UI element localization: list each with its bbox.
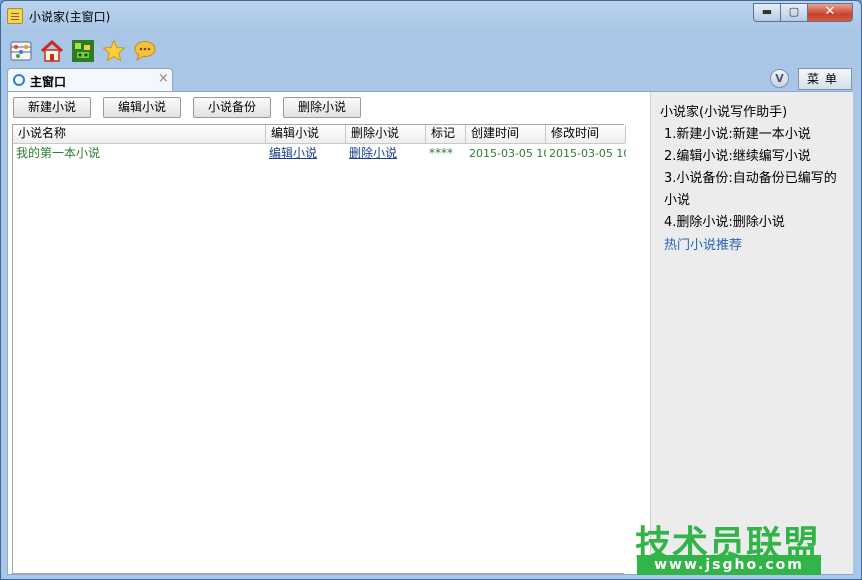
delete-novel-link[interactable]: 删除小说 xyxy=(346,144,426,163)
title-bar[interactable]: 小说家(主窗口) ▬ ▢ ✕ xyxy=(1,1,861,31)
column-header-delete[interactable]: 删除小说 xyxy=(346,125,426,143)
game-icon[interactable] xyxy=(71,39,95,63)
watermark-url: www.jsgho.com xyxy=(637,555,821,575)
main-window: 小说家(主窗口) ▬ ▢ ✕ 主窗口 × V 菜单 新建小说 编辑小说 小说备份… xyxy=(0,0,862,580)
novel-name-cell[interactable]: 我的第一本小说 xyxy=(13,144,266,163)
menu-button[interactable]: 菜单 xyxy=(798,68,852,90)
novel-list-pane: 新建小说 编辑小说 小说备份 删除小说 小说名称 编辑小说 删除小说 标记 创建… xyxy=(8,92,650,574)
close-button[interactable]: ✕ xyxy=(807,3,853,22)
backup-novel-button[interactable]: 小说备份 xyxy=(193,97,271,118)
sidebar-item-backup: 3.小说备份:自动备份已编写的小说 xyxy=(664,171,837,208)
edit-novel-link[interactable]: 编辑小说 xyxy=(266,144,346,163)
action-button-row: 新建小说 编辑小说 小说备份 删除小说 xyxy=(8,92,650,124)
toolbar xyxy=(1,33,861,67)
star-icon[interactable] xyxy=(102,39,126,63)
tab-label: 主窗口 xyxy=(30,75,67,89)
new-novel-button[interactable]: 新建小说 xyxy=(13,97,91,118)
home-icon[interactable] xyxy=(40,39,64,63)
maximize-button[interactable]: ▢ xyxy=(780,3,808,22)
created-time-cell: 2015-03-05 10 xyxy=(469,147,546,160)
help-sidebar: 小说家(小说写作助手) 1.新建小说:新建一本小说 2.编辑小说:继续编写小说 … xyxy=(650,92,853,574)
table-header: 小说名称 编辑小说 删除小说 标记 创建时间 修改时间 xyxy=(13,125,626,144)
table-row[interactable]: 我的第一本小说 编辑小说 删除小说 **** 2015-03-05 10 201… xyxy=(13,144,626,163)
sidebar-item-edit: 2.编辑小说:继续编写小说 xyxy=(664,149,811,164)
notebook-icon xyxy=(7,8,23,24)
sidebar-item-new: 1.新建小说:新建一本小说 xyxy=(664,127,811,142)
column-header-edit[interactable]: 编辑小说 xyxy=(266,125,346,143)
sidebar-title: 小说家(小说写作助手) xyxy=(660,105,788,120)
edit-novel-button[interactable]: 编辑小说 xyxy=(103,97,181,118)
ie-icon xyxy=(13,74,25,86)
chat-bubble-icon[interactable] xyxy=(133,39,157,63)
modified-time-cell: 2015-03-05 10 xyxy=(549,147,626,160)
novel-table: 小说名称 编辑小说 删除小说 标记 创建时间 修改时间 我的第一本小说 编辑小说… xyxy=(12,124,626,574)
sidebar-item-delete: 4.删除小说:删除小说 xyxy=(664,215,785,230)
delete-novel-button[interactable]: 删除小说 xyxy=(283,97,361,118)
window-title: 小说家(主窗口) xyxy=(29,10,111,24)
tab-main-window[interactable]: 主窗口 × xyxy=(7,68,173,91)
v-button[interactable]: V xyxy=(770,69,789,88)
content-area: 新建小说 编辑小说 小说备份 删除小说 小说名称 编辑小说 删除小说 标记 创建… xyxy=(7,91,853,575)
column-header-name[interactable]: 小说名称 xyxy=(13,125,266,143)
column-header-modified[interactable]: 修改时间 xyxy=(546,125,626,143)
abacus-icon[interactable] xyxy=(9,39,33,63)
hot-novels-link[interactable]: 热门小说推荐 xyxy=(664,234,742,253)
minimize-button[interactable]: ▬ xyxy=(753,3,781,22)
tab-bar: 主窗口 × V 菜单 xyxy=(1,67,861,91)
column-header-mark[interactable]: 标记 xyxy=(426,125,466,143)
mark-cell: **** xyxy=(429,146,453,160)
tab-close-icon[interactable]: × xyxy=(158,71,169,86)
watermark-logo: 技术员联盟 www.jsgho.com xyxy=(635,515,821,575)
column-header-created[interactable]: 创建时间 xyxy=(466,125,546,143)
